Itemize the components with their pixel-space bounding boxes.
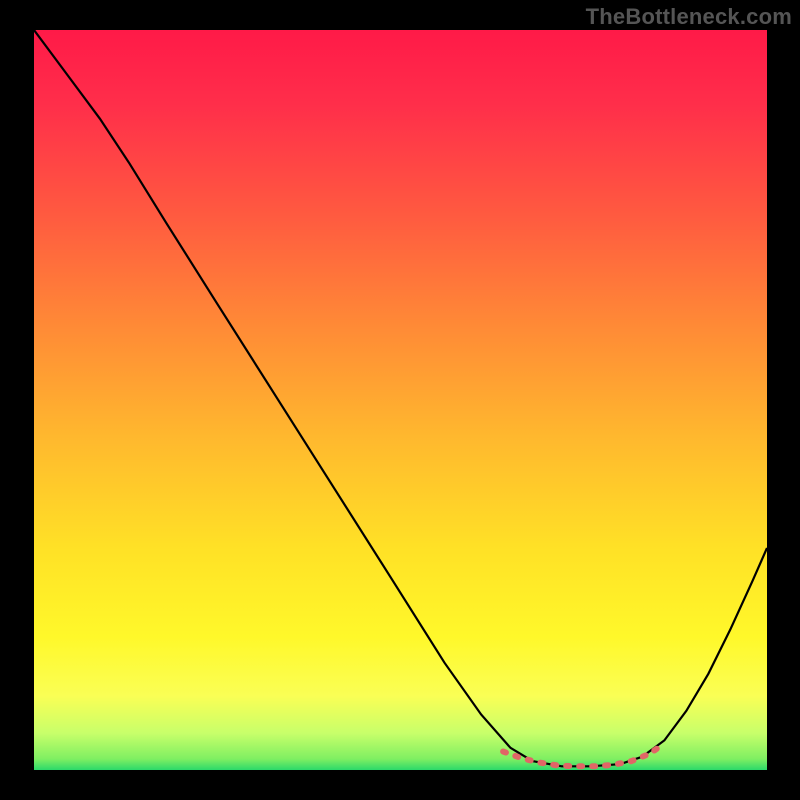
chart-container: TheBottleneck.com (0, 0, 800, 800)
watermark-text: TheBottleneck.com (586, 4, 792, 30)
plot-area (34, 30, 767, 770)
chart-svg (34, 30, 767, 770)
gradient-background (34, 30, 767, 770)
